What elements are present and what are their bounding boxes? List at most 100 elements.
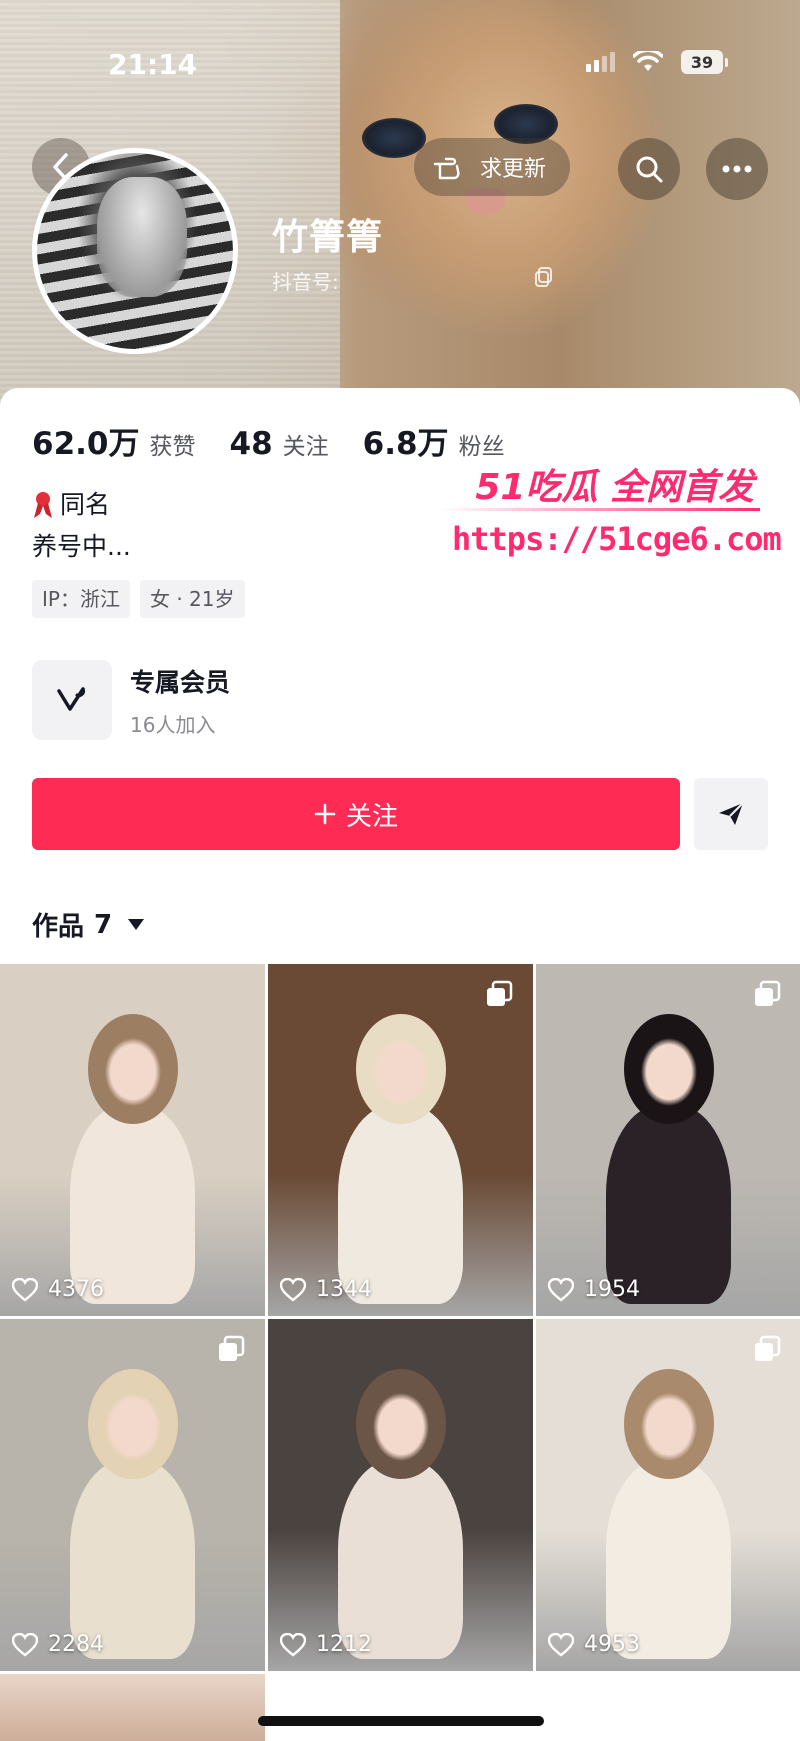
video-thumbnail-figure: [70, 1104, 195, 1304]
membership-subtitle: 16人加入: [130, 712, 216, 737]
heart-icon: [548, 1277, 574, 1302]
multi-image-icon: [487, 980, 513, 1006]
request-update-button[interactable]: 求更新: [414, 138, 571, 196]
video-thumbnail-figure: [606, 1104, 731, 1304]
video-tile[interactable]: 1344: [268, 964, 533, 1316]
home-indicator: [258, 1716, 544, 1726]
works-tab[interactable]: 作品 7: [32, 906, 145, 943]
video-grid: 4376 1344 1954 2284 1212 4953: [0, 964, 800, 1741]
membership-title: 专属会员: [130, 667, 231, 697]
more-dots-icon: [722, 165, 752, 173]
request-update-label: 求更新: [480, 157, 547, 182]
video-thumbnail-figure: [606, 1459, 731, 1659]
heart-icon: [280, 1632, 306, 1657]
video-thumbnail-head: [624, 1014, 714, 1124]
like-count-value: 1954: [584, 1277, 640, 1302]
status-bar: 21:14 39: [0, 0, 800, 120]
bio-line: 同名: [32, 484, 131, 526]
stat-followers[interactable]: 6.8万 粉丝: [363, 418, 505, 463]
gender-age-tag: 女 · 21岁: [139, 580, 245, 618]
cat-eye: [362, 118, 426, 158]
bio-line: 养号中...: [32, 526, 131, 568]
profile-card: 62.0万 获赞 48 关注 6.8万 粉丝 同名 养号中... IP：浙江 女…: [0, 388, 800, 1741]
watermark-divider: [440, 508, 760, 511]
search-button[interactable]: [618, 138, 680, 200]
share-button[interactable]: [694, 778, 768, 850]
profile-stats: 62.0万 获赞 48 关注 6.8万 粉丝: [32, 418, 505, 463]
douyin-id-label: 抖音号:: [272, 270, 339, 294]
like-count: 1212: [280, 1632, 372, 1657]
membership-text: 专属会员 16人加入: [130, 663, 230, 738]
ribbon-icon: [34, 492, 52, 518]
plus-icon: [314, 803, 336, 825]
signal-icon: [586, 52, 615, 72]
like-count-value: 1212: [316, 1632, 372, 1657]
stat-value: 62.0万: [32, 426, 140, 462]
stat-value: 48: [229, 426, 273, 462]
caret-down-icon: [128, 919, 145, 930]
stat-value: 6.8万: [362, 426, 449, 462]
video-tile[interactable]: 1212: [268, 1319, 533, 1671]
works-count: 7: [94, 909, 113, 940]
video-tile[interactable]: 4376: [0, 964, 265, 1316]
video-thumbnail-head: [356, 1369, 446, 1479]
follow-label: 关注: [345, 801, 398, 832]
battery-level: 39: [681, 50, 723, 74]
watermark-url: https://51cge6.com: [452, 520, 782, 558]
like-count: 1344: [280, 1277, 372, 1302]
heart-icon: [548, 1632, 574, 1657]
video-thumbnail-head: [356, 1014, 446, 1124]
video-thumbnail-head: [88, 1014, 178, 1124]
stat-following[interactable]: 48 关注: [230, 426, 329, 462]
heart-icon: [12, 1277, 38, 1302]
pointing-hand-icon: [433, 157, 460, 180]
wifi-icon: [633, 51, 663, 71]
avatar[interactable]: [32, 148, 238, 354]
heart-icon: [280, 1277, 306, 1302]
like-count-value: 1344: [316, 1277, 372, 1302]
like-count: 4953: [548, 1632, 640, 1657]
like-count-value: 4953: [584, 1632, 640, 1657]
like-count: 1954: [548, 1277, 640, 1302]
copy-icon[interactable]: [534, 266, 554, 288]
ip-location-tag: IP：浙江: [32, 580, 130, 618]
profile-bio: 同名 养号中...: [32, 484, 131, 568]
video-thumbnail-figure: [70, 1459, 195, 1659]
video-tile[interactable]: 2284: [0, 1319, 265, 1671]
video-thumbnail-figure: [338, 1104, 463, 1304]
works-label: 作品: [32, 912, 85, 942]
video-tile[interactable]: [0, 1674, 265, 1741]
exclusive-membership[interactable]: 专属会员 16人加入: [32, 660, 230, 740]
profile-tags: IP：浙江 女 · 21岁: [32, 580, 245, 618]
site-watermark: 51吃瓜 全网首发 https://51cge6.com: [440, 458, 782, 578]
like-count: 2284: [12, 1632, 104, 1657]
like-count-value: 4376: [48, 1277, 104, 1302]
like-count: 4376: [12, 1277, 104, 1302]
status-icons: 39: [586, 50, 728, 74]
heart-icon: [12, 1632, 38, 1657]
status-time: 21:14: [108, 48, 198, 81]
video-thumbnail-head: [624, 1369, 714, 1479]
battery-icon: 39: [681, 50, 728, 74]
more-button[interactable]: [706, 138, 768, 200]
bio-text: 同名: [60, 490, 111, 519]
stat-label: 关注: [282, 434, 329, 460]
profile-name: 竹箐箐: [272, 217, 384, 258]
douyin-id: 抖音号:: [272, 266, 339, 295]
send-icon: [719, 802, 744, 825]
video-thumbnail-figure: [338, 1459, 463, 1659]
multi-image-icon: [219, 1335, 245, 1361]
search-icon: [636, 156, 663, 183]
membership-v-icon: [32, 660, 112, 740]
multi-image-icon: [755, 980, 781, 1006]
bio-text: 养号中...: [32, 532, 131, 561]
video-tile[interactable]: 1954: [536, 964, 800, 1316]
stat-likes: 62.0万 获赞: [32, 418, 196, 463]
video-thumbnail-head: [88, 1369, 178, 1479]
multi-image-icon: [755, 1335, 781, 1361]
stat-label: 获赞: [149, 434, 196, 460]
stat-label: 粉丝: [458, 434, 505, 460]
like-count-value: 2284: [48, 1632, 104, 1657]
video-tile[interactable]: 4953: [536, 1319, 800, 1671]
follow-button[interactable]: 关注: [32, 778, 680, 850]
